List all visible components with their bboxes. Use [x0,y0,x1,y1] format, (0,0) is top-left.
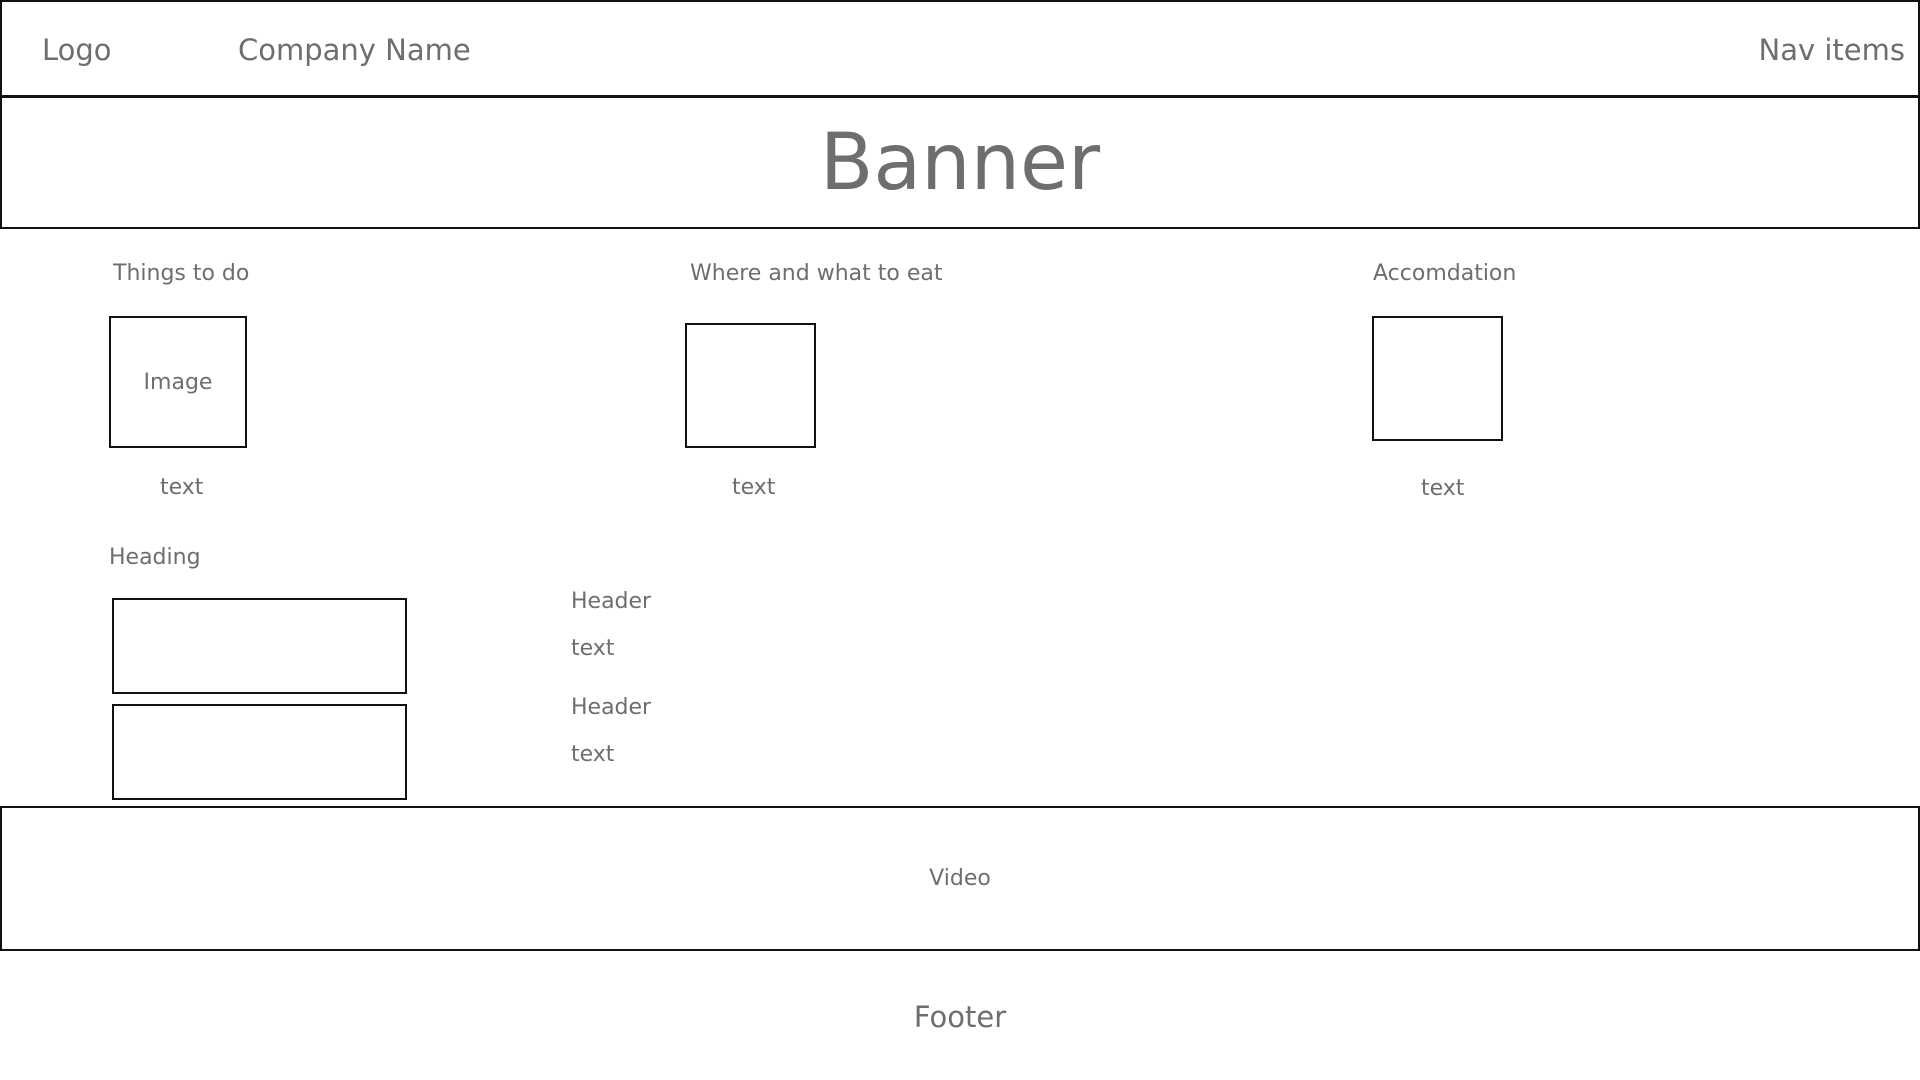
section-title-accommodation: Accomdation [1373,261,1517,286]
nav-items[interactable]: Nav items [1759,36,1905,65]
section-title-things-to-do: Things to do [113,261,250,286]
item-header-1: Header [571,589,652,614]
video-label: Video [929,866,991,891]
content-placeholder-1[interactable] [112,598,407,694]
image-placeholder-where-to-eat[interactable] [685,323,816,448]
company-name[interactable]: Company Name [238,36,471,65]
item-text-2: text [571,742,615,767]
image-placeholder-accommodation[interactable] [1372,316,1503,441]
section-title-where-to-eat: Where and what to eat [690,261,943,286]
footer: Footer [913,1000,1007,1034]
video-placeholder[interactable]: Video [0,806,1920,951]
logo[interactable]: Logo [42,36,112,65]
banner-title: Banner [819,117,1101,208]
image-placeholder-things-to-do[interactable]: Image [109,316,247,448]
image-label: Image [143,369,213,395]
banner: Banner [0,96,1920,229]
content-placeholder-2[interactable] [112,704,407,800]
section-text-accommodation: text [1421,476,1465,501]
item-text-1: text [571,636,615,661]
section-text-things-to-do: text [160,475,204,500]
item-header-2: Header [571,695,652,720]
lower-heading: Heading [109,545,201,570]
section-text-where-to-eat: text [732,475,776,500]
